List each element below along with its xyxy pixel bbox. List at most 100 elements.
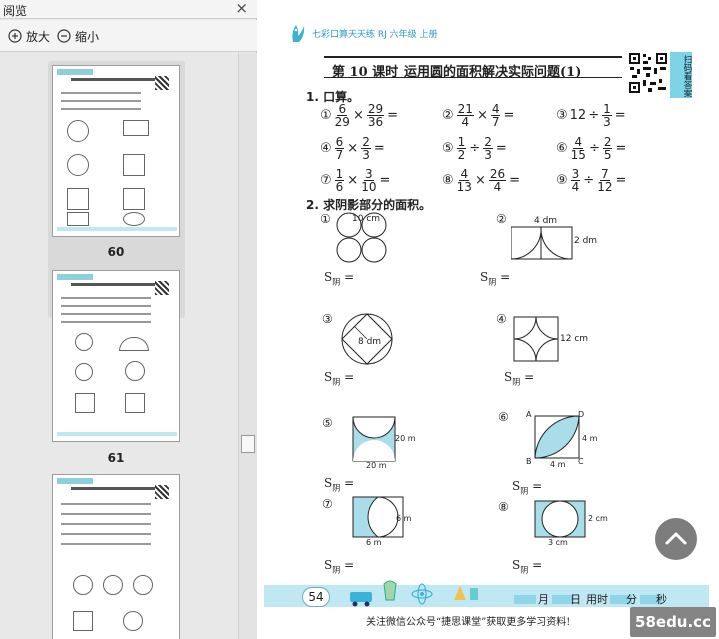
dim-label: 12 cm: [560, 334, 589, 344]
figure-number: ④: [496, 312, 507, 326]
thumbnail-page-next[interactable]: [52, 474, 182, 639]
preview-sidebar: 阅览 × 放大 缩小 60 61: [0, 0, 257, 639]
operator: ÷: [469, 141, 481, 156]
scrollbar-thumb[interactable]: [241, 435, 255, 453]
back-to-top-button[interactable]: [655, 518, 697, 560]
equals-sign: =: [387, 108, 399, 123]
area-answer: S阴 =: [512, 479, 543, 496]
equals-sign: =: [615, 173, 627, 188]
fraction: 6 29: [335, 103, 350, 128]
denominator: 13: [456, 180, 472, 194]
fraction: 34: [570, 168, 581, 194]
denominator: 3: [362, 148, 370, 162]
area-answer: S阴 =: [324, 558, 355, 575]
denominator: 36: [367, 115, 384, 129]
item-number: ①: [320, 108, 332, 123]
calc-item: ⑤ 1 2 ÷ 2 3 =: [442, 136, 509, 161]
operator: ×: [347, 173, 359, 188]
fraction: 7 12: [597, 168, 612, 193]
fraction: 12: [456, 136, 467, 161]
footer-label-second: 秒: [656, 593, 667, 606]
vertex-label: B: [526, 457, 532, 466]
denominator: 12: [597, 180, 613, 194]
equals-sign: =: [615, 141, 627, 156]
denominator: 15: [570, 148, 586, 162]
fraction: 23: [483, 136, 493, 161]
figure-number: ⑤: [322, 416, 333, 430]
lesson-number: 第 10 课时: [332, 65, 399, 80]
item-number: ③: [556, 108, 568, 123]
equals-sign: =: [495, 141, 507, 156]
zoom-in-label: 放大: [26, 29, 51, 44]
fraction: 26 4: [488, 168, 507, 194]
dim-label: 4 m: [582, 434, 598, 443]
denominator: 10: [361, 180, 377, 194]
figure-rect-circle: [534, 500, 586, 538]
calc-item: ⑨ 3 4 ÷ 7 12 =: [556, 168, 628, 193]
denominator: 4: [493, 180, 502, 194]
operator: ×: [347, 141, 359, 156]
series-title: 七彩口算天天练 RJ 六年级 上册: [312, 29, 438, 40]
denominator: 5: [603, 148, 612, 162]
qr-code-icon: [628, 52, 668, 94]
calc-item: ① 6 29 × 29 36 =: [320, 103, 400, 128]
watermark: 58edu.cc: [630, 607, 716, 637]
equals-sign: =: [509, 173, 521, 188]
fraction: 4 13: [457, 168, 472, 193]
fraction: 67: [334, 136, 345, 161]
dim-label: 10 cm: [352, 214, 381, 224]
figure-number: ①: [320, 212, 331, 226]
zoom-out-icon: [57, 29, 71, 43]
chevron-up-icon: [665, 532, 687, 545]
close-icon[interactable]: ×: [235, 0, 248, 17]
figure-number: ⑧: [498, 500, 509, 514]
calc-item: ④ 6 7 × 2 3 =: [320, 136, 387, 161]
dim-label: 4 m: [550, 460, 566, 469]
operator: ÷: [583, 173, 595, 188]
footer-label-day: 日: [570, 593, 581, 606]
fraction: 21 4: [456, 103, 474, 128]
equals-sign: =: [373, 141, 385, 156]
operator: ×: [474, 173, 486, 188]
dim-label: 20 m: [366, 461, 387, 470]
area-answer: S阴 =: [512, 558, 543, 575]
item-number: ②: [442, 108, 454, 123]
item-number: ⑨: [556, 173, 568, 188]
area-answer: S阴 =: [324, 476, 355, 493]
scan-answer-tab[interactable]: 扫码看答案: [670, 52, 692, 98]
equals-sign: =: [379, 173, 391, 188]
item-number: ⑤: [442, 141, 454, 156]
equals-sign: =: [503, 108, 515, 123]
zoom-in-button[interactable]: 放大: [8, 28, 50, 44]
area-answer: S阴 =: [504, 370, 535, 387]
thumbnail-page-61[interactable]: 61: [52, 270, 182, 465]
denominator: 3: [484, 148, 492, 162]
fraction: 4 15: [571, 136, 586, 161]
figure-square-leaf: [534, 415, 580, 459]
operator: ×: [352, 108, 364, 123]
operator: ÷: [588, 141, 600, 156]
fraction: 29 36: [366, 103, 385, 129]
thumbnail-page-60[interactable]: 60: [52, 65, 182, 260]
zoom-out-button[interactable]: 缩小: [57, 28, 99, 44]
promo-text: 关注微信公众号“捷思课堂”获取更多学习资料!: [366, 617, 571, 628]
thumbnail-list: 60 61: [0, 53, 238, 639]
sidebar-scrollbar[interactable]: [238, 53, 257, 639]
denominator: 4: [571, 180, 580, 194]
operator: ×: [476, 108, 488, 123]
figure-number: ⑦: [322, 497, 333, 511]
item-number: ⑥: [556, 141, 568, 156]
item-number: ④: [320, 141, 332, 156]
thumbnail-image: [52, 474, 180, 639]
footer-label-month: 月: [538, 593, 549, 606]
equals-sign: =: [614, 108, 626, 123]
fraction: 3 10: [361, 168, 376, 193]
book-logo-icon: [292, 25, 305, 42]
dim-label: 3 cm: [548, 538, 568, 547]
figure-number: ②: [496, 212, 507, 226]
denominator: 6: [335, 180, 344, 194]
figure-number: ③: [322, 312, 333, 326]
operator: ÷: [588, 108, 600, 123]
zoom-out-label: 缩小: [75, 29, 100, 44]
sidebar-title: 阅览: [3, 4, 28, 18]
